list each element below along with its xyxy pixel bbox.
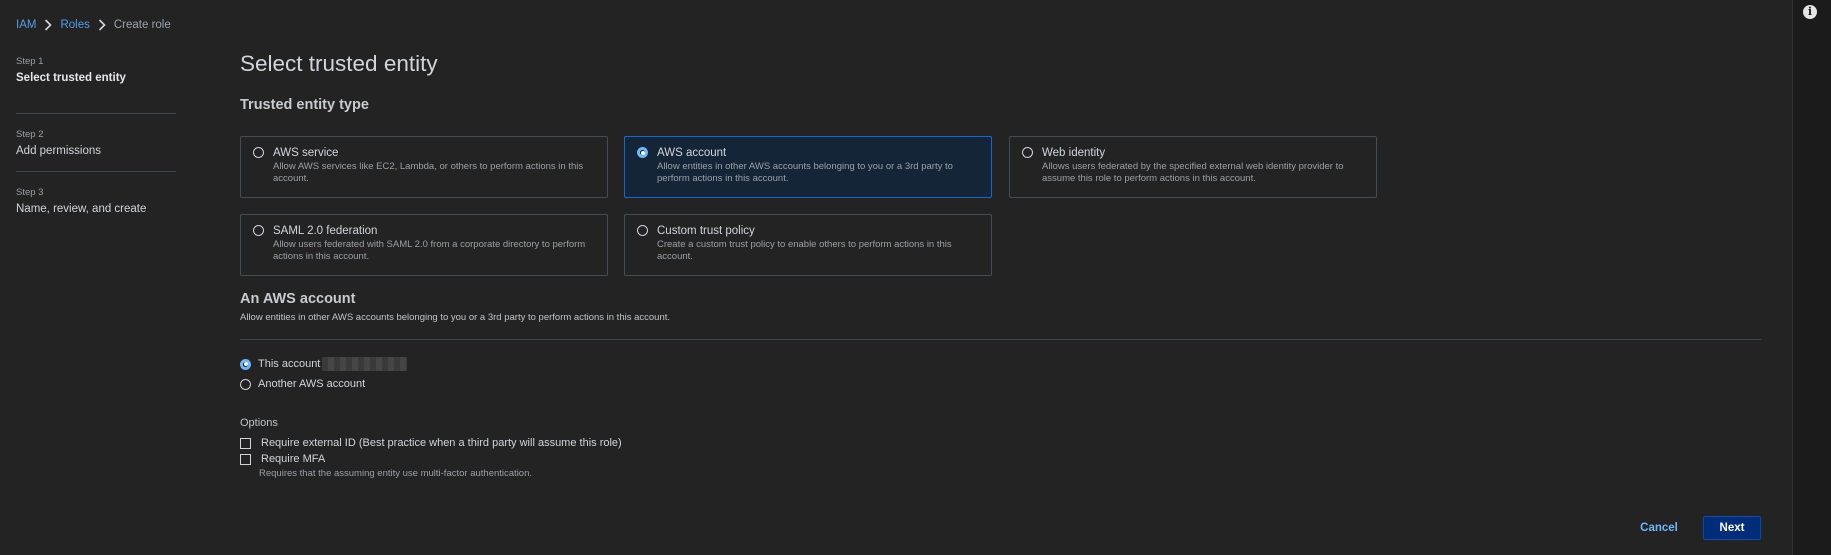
right-utility-rail <box>1792 0 1831 555</box>
require-mfa-description: Requires that the assuming entity use mu… <box>259 468 533 479</box>
require-external-id-label: Require external ID (Best practice when … <box>261 437 622 449</box>
step-2[interactable]: Step 2 Add permissions <box>16 114 176 172</box>
step-title: Name, review, and create <box>16 203 147 215</box>
require-external-id-checkbox[interactable] <box>240 437 251 449</box>
radio-saml-federation[interactable] <box>253 225 264 236</box>
divider <box>240 339 1761 340</box>
tile-aws-service[interactable]: AWS service Allow AWS services like EC2,… <box>240 136 608 198</box>
step-3[interactable]: Step 3 Name, review, and create <box>16 172 176 230</box>
section-title: Trusted entity type <box>240 97 369 113</box>
step-number: Step 3 <box>16 187 44 198</box>
tile-title: Web identity <box>1042 147 1106 159</box>
tile-description: Allow users federated with SAML 2.0 from… <box>273 239 586 262</box>
tile-description: Create a custom trust policy to enable o… <box>657 239 952 262</box>
tile-title: Custom trust policy <box>657 225 755 237</box>
wizard-steps: Step 1 Select trusted entity Step 2 Add … <box>16 56 176 230</box>
radio-web-identity[interactable] <box>1022 147 1033 158</box>
another-account-option[interactable]: Another AWS account <box>240 377 365 391</box>
aws-account-description: Allow entities in other AWS accounts bel… <box>240 312 671 323</box>
radio-aws-account[interactable] <box>637 147 648 158</box>
require-mfa-option[interactable]: Require MFA <box>240 453 325 465</box>
breadcrumb-roles-link[interactable]: Roles <box>60 19 89 31</box>
breadcrumb-iam-link[interactable]: IAM <box>16 19 36 31</box>
breadcrumb-current: Create role <box>113 19 171 31</box>
another-account-label: Another AWS account <box>258 378 366 390</box>
chevron-right-icon <box>90 19 114 31</box>
step-number: Step 2 <box>16 129 44 140</box>
tile-description: Allow AWS services like EC2, Lambda, or … <box>273 161 584 184</box>
redacted-account-id <box>322 357 408 371</box>
radio-aws-service[interactable] <box>253 147 264 158</box>
cancel-button[interactable]: Cancel <box>1626 517 1692 539</box>
require-external-id-option[interactable]: Require external ID (Best practice when … <box>240 437 622 449</box>
options-label: Options <box>240 417 278 429</box>
require-mfa-label: Require MFA <box>261 453 326 465</box>
tile-saml-federation[interactable]: SAML 2.0 federation Allow users federate… <box>240 214 608 276</box>
tile-description: Allow entities in other AWS accounts bel… <box>657 161 953 184</box>
page-title: Select trusted entity <box>240 51 438 76</box>
radio-custom-trust-policy[interactable] <box>637 225 648 236</box>
breadcrumb: IAM Roles Create role <box>16 17 171 33</box>
step-1[interactable]: Step 1 Select trusted entity <box>16 56 176 114</box>
aws-account-heading: An AWS account <box>240 291 356 307</box>
tile-title: AWS service <box>273 147 339 159</box>
chevron-right-icon <box>36 19 60 31</box>
info-icon[interactable]: i <box>1803 5 1817 19</box>
next-button[interactable]: Next <box>1703 516 1761 540</box>
tile-web-identity[interactable]: Web identity Allows users federated by t… <box>1009 136 1377 198</box>
tile-title: SAML 2.0 federation <box>273 225 378 237</box>
this-account-option[interactable]: This account <box>240 357 408 371</box>
step-number: Step 1 <box>16 56 44 67</box>
radio-this-account[interactable] <box>240 358 251 370</box>
tile-aws-account[interactable]: AWS account Allow entities in other AWS … <box>624 136 992 198</box>
step-title: Select trusted entity <box>16 72 126 84</box>
radio-another-account[interactable] <box>240 378 251 390</box>
tile-title: AWS account <box>657 147 727 159</box>
this-account-label: This account <box>258 358 321 370</box>
step-title: Add permissions <box>16 145 102 157</box>
tile-description: Allows users federated by the specified … <box>1042 161 1344 184</box>
require-mfa-checkbox[interactable] <box>240 453 251 465</box>
tile-custom-trust-policy[interactable]: Custom trust policy Create a custom trus… <box>624 214 992 276</box>
